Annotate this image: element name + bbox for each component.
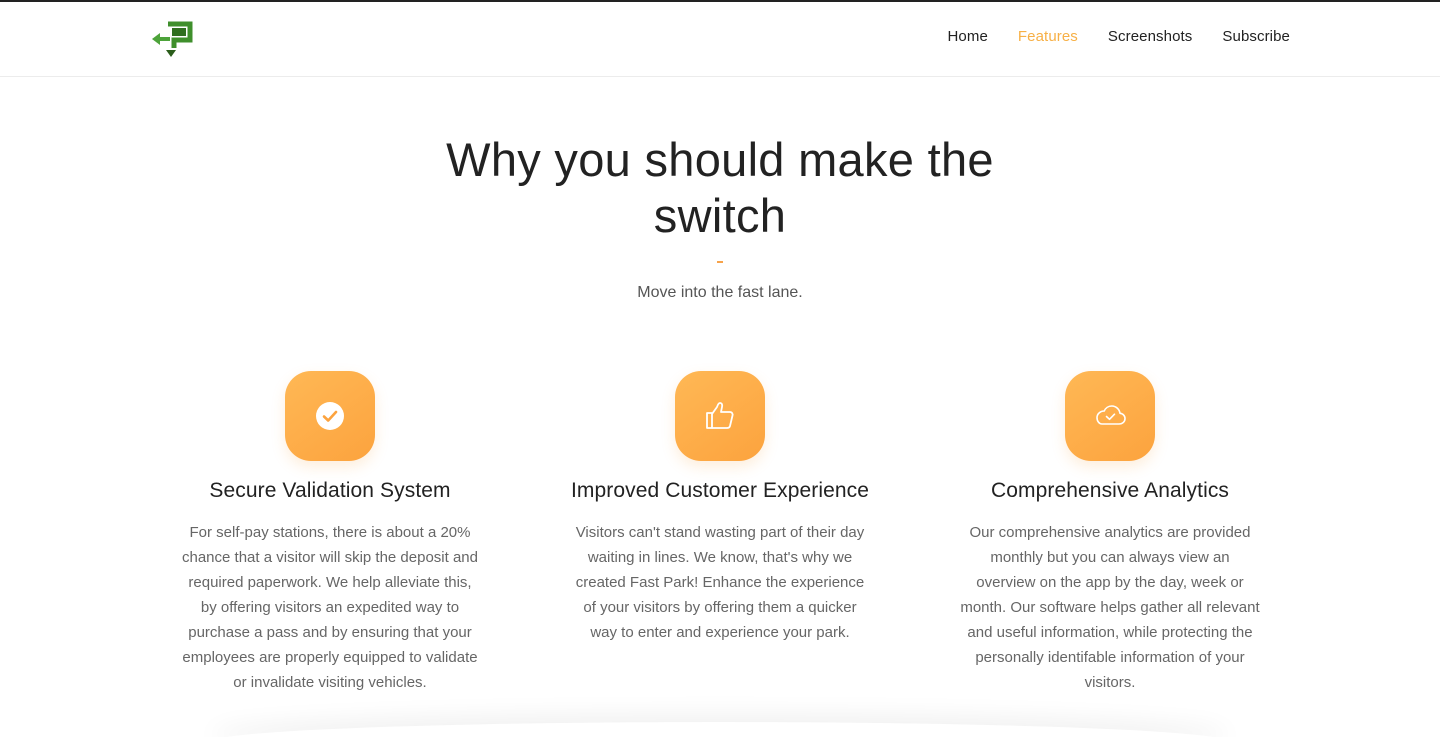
feature-title: Improved Customer Experience	[570, 479, 870, 502]
nav-home[interactable]: Home	[947, 28, 987, 45]
feature-analytics: Comprehensive Analytics Our comprehensiv…	[950, 371, 1270, 695]
logo[interactable]	[152, 20, 194, 60]
feature-description: Our comprehensive analytics are provided…	[960, 524, 1260, 691]
feature-title: Secure Validation System	[209, 479, 451, 502]
feature-icon-tile	[285, 371, 375, 461]
feature-icon-tile	[675, 371, 765, 461]
site-header: Home Features Screenshots Subscribe	[0, 0, 1440, 77]
parking-arrow-logo-icon	[152, 21, 193, 57]
next-section-card-edge	[210, 722, 1230, 737]
title-divider	[717, 261, 723, 263]
feature-customer-experience: Improved Customer Experience Visitors ca…	[560, 371, 880, 645]
cloud-check-icon	[1096, 405, 1126, 425]
feature-secure-validation: Secure Validation System For self-pay st…	[170, 371, 490, 695]
main-nav: Home Features Screenshots Subscribe	[947, 28, 1290, 45]
nav-features[interactable]: Features	[1018, 28, 1078, 45]
page: Home Features Screenshots Subscribe Why …	[0, 0, 1440, 737]
feature-description: For self-pay stations, there is about a …	[182, 524, 478, 691]
thumbs-up-icon	[706, 402, 734, 429]
nav-screenshots[interactable]: Screenshots	[1108, 28, 1192, 45]
feature-title: Comprehensive Analytics	[990, 479, 1230, 502]
feature-description: Visitors can't stand wasting part of the…	[575, 524, 865, 641]
nav-subscribe[interactable]: Subscribe	[1222, 28, 1290, 45]
check-circle-icon	[316, 402, 344, 430]
section-subtitle: Move into the fast lane.	[637, 284, 803, 301]
feature-icon-tile	[1065, 371, 1155, 461]
section-title: Why you should make the switch	[446, 133, 994, 242]
